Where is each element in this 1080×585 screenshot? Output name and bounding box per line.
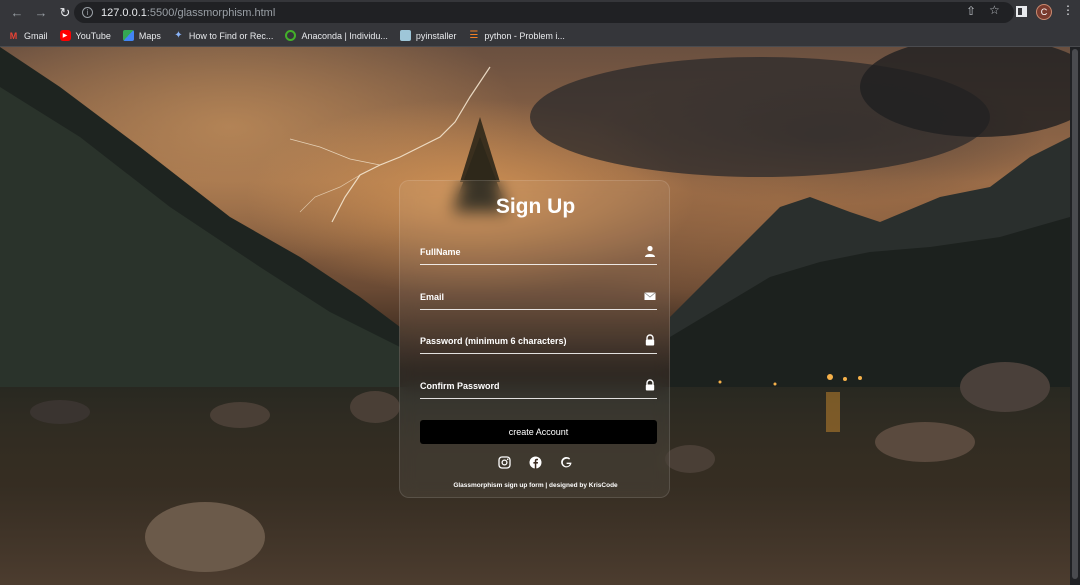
confirm-password-label: Confirm Password <box>420 381 500 391</box>
password-field[interactable]: Password (minimum 6 characters) <box>420 332 657 354</box>
page-viewport: Sign Up FullName Email Password (minimum… <box>0 47 1070 585</box>
scrollbar[interactable] <box>1070 47 1080 585</box>
bookmark-maps[interactable]: Maps <box>122 30 161 41</box>
password-label: Password (minimum 6 characters) <box>420 336 567 346</box>
lock-icon <box>645 379 655 391</box>
email-label: Email <box>420 292 445 302</box>
browser-toolbar: ← → ↻ i 127.0.0.1:5500/glassmorphism.htm… <box>0 0 1080 25</box>
bookmark-python[interactable]: ☰ python - Problem i... <box>468 30 565 41</box>
side-panel-icon[interactable] <box>1016 6 1027 17</box>
google-icon[interactable] <box>560 456 573 469</box>
user-icon <box>645 245 655 257</box>
youtube-icon: ▶ <box>59 30 71 41</box>
avatar[interactable]: C <box>1036 4 1052 20</box>
bookmarks-bar: M Gmail ▶ YouTube Maps ✦ How to Find or … <box>0 25 1080 47</box>
fullname-field[interactable]: FullName <box>420 243 657 265</box>
url-text[interactable]: 127.0.0.1:5500/glassmorphism.html <box>101 7 275 19</box>
stackoverflow-icon: ☰ <box>469 30 479 41</box>
confirm-password-field[interactable]: Confirm Password <box>420 377 657 399</box>
share-icon[interactable]: ⇧ <box>966 4 976 18</box>
fullname-label: FullName <box>420 247 461 257</box>
menu-icon[interactable]: ⋮ <box>1062 3 1074 17</box>
address-bar[interactable]: i 127.0.0.1:5500/glassmorphism.html <box>74 2 1014 23</box>
lock-icon <box>645 334 655 346</box>
bookmark-pyinstaller[interactable]: pyinstaller <box>399 30 456 41</box>
create-account-button[interactable]: create Account <box>420 420 657 444</box>
form-title: Sign Up <box>495 195 576 218</box>
envelope-icon <box>644 292 656 300</box>
bookmark-star-icon[interactable]: ☆ <box>989 3 1000 17</box>
bookmark-icon: ✦ <box>174 30 183 41</box>
instagram-icon[interactable] <box>498 456 511 469</box>
credit-text: Glassmorphism sign up form | designed by… <box>453 482 618 489</box>
social-links <box>400 456 671 469</box>
bookmark-anaconda[interactable]: Anaconda | Individu... <box>285 30 388 41</box>
bookmark-find[interactable]: ✦ How to Find or Rec... <box>173 30 273 41</box>
maps-icon <box>122 30 134 41</box>
facebook-icon[interactable] <box>529 456 542 469</box>
reload-button[interactable]: ↻ <box>54 2 76 24</box>
email-field[interactable]: Email <box>420 288 657 310</box>
bookmark-youtube[interactable]: ▶ YouTube <box>59 30 111 41</box>
bookmark-gmail[interactable]: M Gmail <box>8 30 48 41</box>
anaconda-icon <box>285 30 297 41</box>
pyinstaller-icon <box>399 30 411 41</box>
info-icon[interactable]: i <box>82 7 93 18</box>
forward-button[interactable]: → <box>30 2 52 24</box>
back-button[interactable]: ← <box>6 2 28 24</box>
signup-card: Sign Up FullName Email Password (minimum… <box>399 180 670 498</box>
gmail-icon: M <box>9 30 18 41</box>
scrollbar-thumb[interactable] <box>1072 49 1078 579</box>
